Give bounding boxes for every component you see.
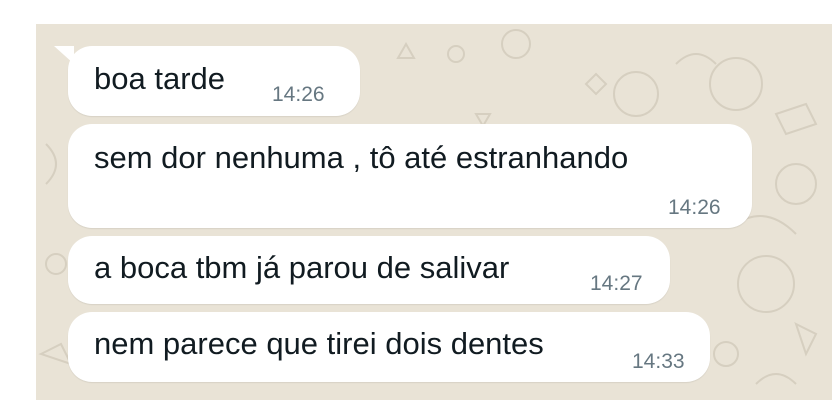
chat-background: boa tarde 14:26 sem dor nenhuma , tô até… <box>36 24 832 400</box>
bubble-tail <box>54 46 74 64</box>
message-bubble[interactable]: a boca tbm já parou de salivar 14:27 <box>68 236 670 304</box>
message-bubble[interactable]: boa tarde 14:26 <box>68 46 360 116</box>
message-text: nem parece que tirei dois dentes <box>94 326 544 361</box>
message-timestamp: 14:26 <box>272 83 325 106</box>
message-text: boa tarde <box>94 61 225 96</box>
message-text: sem dor nenhuma , tô até estranhando <box>94 140 629 175</box>
message-timestamp: 14:33 <box>632 350 685 373</box>
message-timestamp: 14:26 <box>668 196 721 219</box>
message-bubble[interactable]: nem parece que tirei dois dentes 14:33 <box>68 312 710 382</box>
message-text: a boca tbm já parou de salivar <box>94 250 510 285</box>
message-timestamp: 14:27 <box>590 272 643 295</box>
bottom-strip <box>0 400 832 407</box>
message-bubble[interactable]: sem dor nenhuma , tô até estranhando 14:… <box>68 124 752 228</box>
